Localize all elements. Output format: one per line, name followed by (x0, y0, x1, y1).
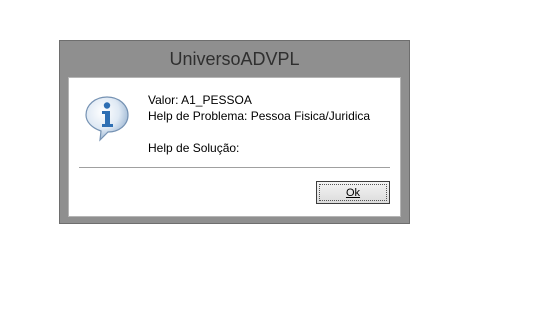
ok-button[interactable]: Ok (316, 181, 390, 204)
message-dialog: UniversoADVPL Valor: A1_PESSOA Help de P… (59, 40, 410, 224)
valor-line: Valor: A1_PESSOA (148, 93, 252, 107)
info-icon (85, 96, 129, 142)
divider (79, 167, 390, 168)
dialog-title: UniversoADVPL (169, 48, 300, 69)
dialog-body: Valor: A1_PESSOA Help de Problema: Pesso… (68, 77, 401, 217)
ok-button-label: Ok (345, 186, 361, 199)
message-text: Valor: A1_PESSOA Help de Problema: Pesso… (148, 92, 370, 156)
problem-line: Help de Problema: Pessoa Fisica/Juridica (148, 109, 371, 123)
solution-line: Help de Solução: (148, 141, 240, 155)
